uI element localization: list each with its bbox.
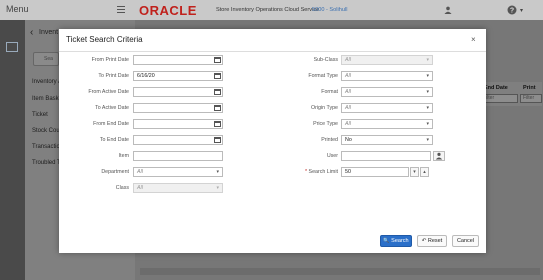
undo-icon: ↶	[421, 238, 427, 244]
oracle-logo: ORACLE	[139, 3, 197, 18]
help-icon[interactable]: ?	[507, 5, 517, 15]
department-label: Department	[101, 169, 129, 175]
decrement-icon[interactable]: ▾	[410, 167, 419, 177]
to-end-date-field[interactable]	[133, 135, 223, 145]
origin-type-select[interactable]: All ▾	[341, 103, 433, 113]
to-active-date-field[interactable]	[133, 103, 223, 113]
calendar-icon[interactable]	[214, 105, 221, 111]
printed-label: Printed	[321, 137, 338, 143]
format-type-select[interactable]: All ▾	[341, 71, 433, 81]
sidebar-item-inventory[interactable]: Inventory A	[32, 79, 62, 85]
calendar-icon[interactable]	[214, 121, 221, 127]
close-icon[interactable]: ×	[471, 35, 476, 44]
sidebar-item-troubled[interactable]: Troubled Tr	[32, 160, 62, 166]
from-print-date-label: From Print Date	[91, 57, 129, 63]
chevron-down-icon: ▾	[216, 169, 219, 175]
ticket-search-dialog: Ticket Search Criteria × From Print Date…	[59, 29, 486, 253]
from-end-date-field[interactable]	[133, 119, 223, 129]
sidebar-item-item-basket[interactable]: Item Baske	[32, 96, 62, 102]
side-panel-title: Invent	[39, 29, 59, 36]
class-select[interactable]: All ▾	[133, 183, 223, 193]
header-divider	[59, 51, 486, 52]
app-title: Store Inventory Operations Cloud Service	[216, 7, 320, 13]
search-limit-field[interactable]: 50	[341, 167, 409, 177]
from-print-date-field[interactable]	[133, 55, 223, 65]
svg-text:?: ?	[510, 7, 514, 14]
calendar-icon[interactable]	[214, 57, 221, 63]
menu-label[interactable]: Menu	[6, 4, 29, 14]
top-bar: Menu ORACLE Store Inventory Operations C…	[0, 0, 543, 20]
from-active-date-field[interactable]	[133, 87, 223, 97]
chevron-down-icon: ▾	[426, 121, 429, 127]
format-label: Format	[321, 89, 338, 95]
calendar-icon[interactable]	[214, 89, 221, 95]
left-rail	[0, 20, 25, 280]
column-header-end-date[interactable]: End Date	[484, 85, 508, 91]
chevron-down-icon: ▾	[426, 105, 429, 111]
chevron-down-icon: ▾	[426, 57, 429, 63]
chevron-down-icon: ▾	[426, 89, 429, 95]
format-select[interactable]: All ▾	[341, 87, 433, 97]
column-filter-print[interactable]: Filter	[520, 94, 542, 103]
dashboard-icon[interactable]	[6, 42, 18, 52]
person-icon	[435, 152, 443, 160]
format-type-label: Format Type	[308, 73, 338, 79]
user-field[interactable]	[341, 151, 431, 161]
class-label: Class	[115, 185, 129, 191]
item-label: Item	[118, 153, 129, 159]
store-selector[interactable]: 5000 - Solihull	[312, 7, 347, 13]
sidebar-item-ticket[interactable]: Ticket	[32, 112, 48, 118]
from-active-date-label: From Active Date	[88, 89, 129, 95]
horizontal-scrollbar[interactable]	[140, 268, 540, 275]
dialog-title: Ticket Search Criteria	[66, 35, 143, 44]
dialog-header: Ticket Search Criteria ×	[59, 29, 486, 51]
reset-button[interactable]: ↶ Reset	[417, 235, 447, 247]
sub-class-label: Sub-Class	[313, 57, 338, 63]
cancel-button[interactable]: Cancel	[452, 235, 479, 247]
to-active-date-label: To Active Date	[95, 105, 129, 111]
chevron-down-icon[interactable]: ▾	[520, 7, 523, 14]
increment-icon[interactable]: ▴	[420, 167, 429, 177]
chevron-down-icon: ▾	[216, 185, 219, 191]
to-print-date-label: To Print Date	[98, 73, 129, 79]
item-field[interactable]	[133, 151, 223, 161]
from-end-date-label: From End Date	[93, 121, 129, 127]
user-icon[interactable]	[444, 6, 452, 14]
required-indicator: *	[305, 169, 308, 175]
calendar-icon[interactable]	[214, 137, 221, 143]
search-button[interactable]: 🔍 Search	[380, 235, 412, 247]
sub-class-select[interactable]: All ▾	[341, 55, 433, 65]
back-arrow-icon[interactable]: ‹	[30, 27, 33, 38]
chevron-down-icon: ▾	[426, 73, 429, 79]
hamburger-menu-icon[interactable]	[117, 6, 125, 13]
column-header-print[interactable]: Print	[523, 85, 536, 91]
search-limit-label: * Search Limit	[305, 169, 338, 175]
to-end-date-label: To End Date	[99, 137, 129, 143]
user-lookup-button[interactable]	[433, 151, 445, 161]
price-type-select[interactable]: All ▾	[341, 119, 433, 129]
department-select[interactable]: All ▾	[133, 167, 223, 177]
calendar-icon[interactable]	[214, 73, 221, 79]
search-icon: 🔍	[383, 238, 390, 244]
to-print-date-field[interactable]: 6/16/20	[133, 71, 223, 81]
chevron-down-icon: ▾	[426, 137, 429, 143]
price-type-label: Price Type	[313, 121, 338, 127]
printed-select[interactable]: No ▾	[341, 135, 433, 145]
user-label: User	[326, 153, 338, 159]
origin-type-label: Origin Type	[311, 105, 338, 111]
